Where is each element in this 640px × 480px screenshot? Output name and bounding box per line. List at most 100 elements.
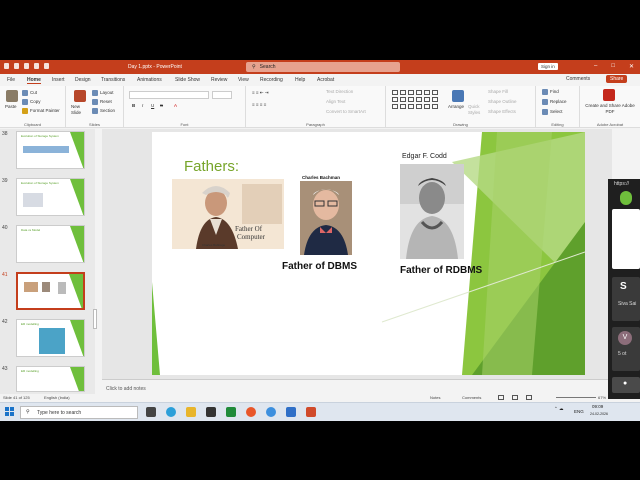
chrome-icon[interactable] [266, 407, 276, 417]
task-view-icon[interactable] [146, 407, 156, 417]
tab-design[interactable]: Design [75, 77, 91, 83]
arrange-button[interactable]: Arrange [448, 104, 464, 109]
tab-recording[interactable]: Recording [260, 77, 283, 83]
reading-view-icon[interactable] [526, 395, 532, 400]
new-slide-button[interactable]: New Slide [71, 104, 91, 116]
quick-styles-button[interactable]: Quick Styles [468, 104, 486, 116]
participant-tile[interactable]: V 5 ot [612, 327, 640, 371]
font-name-dropdown[interactable] [129, 91, 209, 99]
shape-effects-button[interactable]: Shape Effects [488, 109, 516, 114]
section-button[interactable]: Section [92, 108, 115, 114]
shared-screen-preview[interactable] [612, 209, 640, 269]
excel-icon[interactable] [226, 407, 236, 417]
replace-button[interactable]: Replace [542, 99, 567, 105]
reset-button[interactable]: Reset [92, 99, 112, 105]
search-box[interactable]: ⚲ Search [246, 62, 400, 72]
windows-start-icon[interactable] [5, 407, 14, 416]
bullets-icon[interactable]: ≡ ≡ ⇤ ⇥ [252, 90, 269, 96]
tab-insert[interactable]: Insert [52, 77, 65, 83]
undo-icon[interactable] [24, 63, 29, 69]
select-button[interactable]: Select [542, 109, 563, 115]
slide-thumbnail[interactable]: ER modelling [16, 366, 85, 392]
tab-acrobat[interactable]: Acrobat [317, 77, 334, 83]
thumb-number: 40 [2, 225, 8, 231]
minimize-icon[interactable]: – [594, 63, 597, 70]
word-icon[interactable] [286, 407, 296, 417]
shape-fill-button[interactable]: Shape Fill [488, 89, 508, 94]
tab-home[interactable]: Home [27, 77, 41, 84]
mic-button[interactable]: ● [612, 377, 640, 393]
comments-toggle[interactable]: Comments [462, 395, 481, 400]
tab-view[interactable]: View [238, 77, 249, 83]
select-icon [542, 109, 548, 115]
tab-slide-show[interactable]: Slide Show [175, 77, 200, 83]
view-buttons[interactable] [498, 395, 532, 400]
tab-file[interactable]: File [7, 77, 15, 83]
font-color-icon[interactable]: A [174, 103, 177, 108]
clock-time[interactable]: 09:09 [592, 404, 603, 409]
file-explorer-icon[interactable] [186, 407, 196, 417]
align-text-button[interactable]: Align Text [326, 99, 345, 104]
strikethrough-button[interactable]: S [160, 103, 163, 108]
language-tray[interactable]: ENG [574, 409, 584, 414]
sorter-view-icon[interactable] [512, 395, 518, 400]
tab-help[interactable]: Help [295, 77, 305, 83]
tab-transitions[interactable]: Transitions [101, 77, 125, 83]
slide-thumbnail[interactable]: Data vs Model [16, 225, 85, 263]
paste-icon[interactable] [6, 90, 18, 102]
thumb-number: 43 [2, 366, 8, 372]
save-icon[interactable] [14, 63, 19, 69]
quick-access-toolbar [4, 63, 49, 69]
create-adobe-pdf-button[interactable]: Create and Share Adobe PDF [583, 103, 637, 115]
maximize-icon[interactable]: □ [611, 63, 615, 70]
firefox-icon[interactable] [246, 407, 256, 417]
paste-button[interactable]: Paste [5, 104, 17, 109]
adobe-pdf-icon[interactable] [603, 89, 615, 101]
slide-thumbnail-selected[interactable] [16, 272, 85, 310]
thumbnail-scrollbar[interactable] [93, 309, 97, 329]
store-icon[interactable] [206, 407, 216, 417]
edge-icon[interactable] [166, 407, 176, 417]
underline-button[interactable]: U [151, 103, 154, 108]
participant-tile[interactable]: S Siva Sai [612, 277, 640, 321]
clock-date[interactable]: 24-02-2026 [590, 412, 608, 416]
taskbar-search[interactable]: ⚲ Type here to search [20, 406, 138, 419]
cut-button[interactable]: Cut [22, 90, 37, 96]
font-size-dropdown[interactable] [212, 91, 232, 99]
slide-thumbnail[interactable]: Evolution of Storage System [16, 131, 85, 169]
comments-button[interactable]: Comments [566, 76, 590, 82]
find-button[interactable]: Find [542, 89, 559, 95]
arrange-icon[interactable] [452, 90, 464, 102]
slide-thumbnail[interactable]: ER modelling [16, 319, 85, 357]
powerpoint-taskbar-icon[interactable] [306, 407, 316, 417]
share-button[interactable]: Share [606, 75, 628, 83]
layout-button[interactable]: Layout [92, 90, 114, 96]
text-direction-button[interactable]: Text Direction [326, 89, 353, 94]
present-icon[interactable] [44, 63, 49, 69]
babbage-overlay-line2: Computer [237, 233, 265, 241]
notes-toggle[interactable]: Notes [430, 395, 440, 400]
shape-outline-button[interactable]: Shape Outline [488, 99, 517, 104]
new-slide-icon[interactable] [74, 90, 86, 102]
zoom-level[interactable]: 67% [598, 395, 606, 400]
normal-view-icon[interactable] [498, 395, 504, 400]
zoom-slider[interactable] [556, 397, 596, 398]
sign-in-button[interactable]: Sign in [538, 63, 558, 70]
convert-smartart-button[interactable]: Convert to SmartArt [326, 109, 366, 114]
autosave-icon[interactable] [4, 63, 9, 69]
align-icons[interactable]: ≡ ≡ ≡ ≡ [252, 102, 266, 107]
close-icon[interactable]: ✕ [629, 63, 634, 70]
tray-icons[interactable]: ⌃ ☁ [554, 406, 564, 412]
tab-review[interactable]: Review [211, 77, 227, 83]
current-slide[interactable]: Fathers: Father Of Computer Charles Babb… [152, 132, 585, 375]
format-painter-button[interactable]: Format Painter [22, 108, 60, 114]
language-indicator[interactable]: English (India) [44, 395, 70, 400]
redo-icon[interactable] [34, 63, 39, 69]
bold-button[interactable]: B [132, 103, 135, 108]
shapes-gallery[interactable] [392, 90, 438, 109]
italic-button[interactable]: I [142, 103, 143, 108]
clipboard-group-label: Clipboard [23, 122, 42, 127]
copy-button[interactable]: Copy [22, 99, 41, 105]
slide-thumbnail[interactable]: Evolution of Storage System [16, 178, 85, 216]
tab-animations[interactable]: Animations [137, 77, 162, 83]
